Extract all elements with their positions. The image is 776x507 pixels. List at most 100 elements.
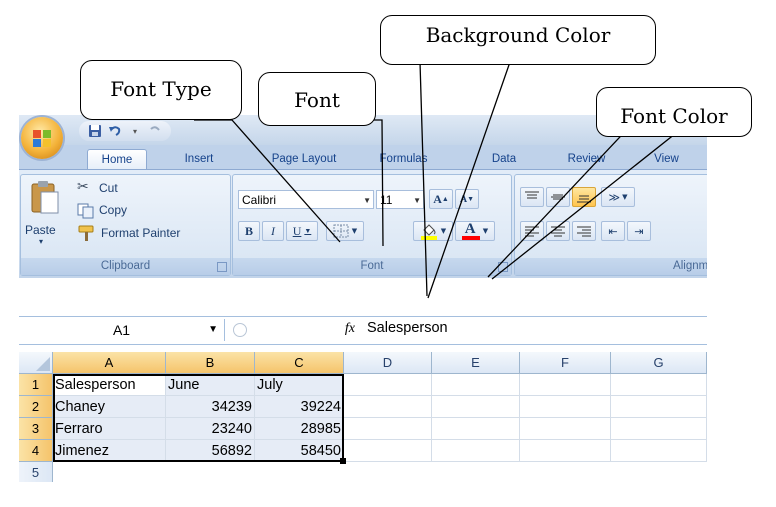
font-size-dropdown[interactable]: 11 ▼: [376, 190, 424, 209]
cell-d3[interactable]: [344, 418, 432, 440]
redo-icon[interactable]: [147, 123, 163, 139]
orientation-button[interactable]: ≫ ▼: [601, 187, 635, 207]
excel-window: ▾ Home Insert Page Layout Formulas Data …: [19, 115, 707, 482]
row-header-1[interactable]: 1: [19, 374, 53, 396]
clipboard-dialog-launcher[interactable]: [217, 262, 227, 272]
tab-home[interactable]: Home: [87, 149, 147, 171]
cell-c1[interactable]: July: [255, 374, 344, 396]
increase-indent-button[interactable]: ⇥: [627, 221, 651, 241]
office-button[interactable]: [21, 117, 63, 159]
tab-page-layout[interactable]: Page Layout: [254, 149, 354, 169]
align-center-button[interactable]: [546, 221, 570, 241]
cell-d4[interactable]: [344, 440, 432, 462]
row-header-5[interactable]: 5: [19, 462, 53, 482]
align-top-button[interactable]: [520, 187, 544, 207]
cell-f3[interactable]: [520, 418, 611, 440]
column-header-d[interactable]: D: [344, 352, 432, 374]
fill-bucket-icon: [420, 224, 437, 240]
cell-b4[interactable]: 56892: [166, 440, 255, 462]
cut-button[interactable]: ✂ Cut: [75, 179, 185, 199]
cell-e3[interactable]: [432, 418, 520, 440]
cell-a2[interactable]: Chaney: [53, 396, 166, 418]
font-color-button[interactable]: A ▼: [455, 221, 495, 241]
align-bottom-icon: [577, 195, 591, 203]
row-header-2[interactable]: 2: [19, 396, 53, 418]
cell-c2[interactable]: 39224: [255, 396, 344, 418]
cell-c3[interactable]: 28985: [255, 418, 344, 440]
format-painter-button[interactable]: Format Painter: [75, 223, 225, 243]
align-right-button[interactable]: [572, 221, 596, 241]
underline-button[interactable]: U ▼: [286, 221, 318, 241]
paste-icon: [31, 181, 59, 214]
font-dialog-launcher[interactable]: [498, 262, 508, 272]
cell-d1[interactable]: [344, 374, 432, 396]
bold-button[interactable]: B: [238, 221, 260, 241]
cell-g2[interactable]: [611, 396, 707, 418]
column-header-e[interactable]: E: [432, 352, 520, 374]
align-bottom-button[interactable]: [572, 187, 596, 207]
cell-a1[interactable]: Salesperson: [53, 374, 166, 396]
tab-data[interactable]: Data: [479, 149, 529, 169]
cell-f1[interactable]: [520, 374, 611, 396]
cell-g3[interactable]: [611, 418, 707, 440]
cell-e4[interactable]: [432, 440, 520, 462]
increase-indent-icon: ⇥: [634, 224, 644, 238]
cut-label: Cut: [99, 181, 118, 195]
tab-review[interactable]: Review: [554, 149, 619, 169]
column-header-g[interactable]: G: [611, 352, 707, 374]
chevron-down-icon: ▼: [363, 196, 371, 205]
column-header-b[interactable]: B: [166, 352, 255, 374]
cell-b1[interactable]: June: [166, 374, 255, 396]
tab-view[interactable]: View: [639, 149, 694, 169]
align-middle-button[interactable]: [546, 187, 570, 207]
shrink-font-button[interactable]: A ▼: [455, 189, 479, 209]
format-painter-icon: [78, 225, 94, 241]
callout-font-color: Font Color: [596, 87, 752, 137]
save-icon[interactable]: [87, 123, 103, 139]
decrease-indent-button[interactable]: ⇤: [601, 221, 625, 241]
cell-f4[interactable]: [520, 440, 611, 462]
alignment-group-label: Alignmen: [515, 258, 707, 275]
cell-g4[interactable]: [611, 440, 707, 462]
copy-icon: [77, 203, 94, 219]
fill-handle[interactable]: [340, 458, 346, 464]
tab-insert[interactable]: Insert: [169, 149, 229, 169]
cell-e1[interactable]: [432, 374, 520, 396]
tab-formulas[interactable]: Formulas: [366, 149, 441, 169]
copy-button[interactable]: Copy: [75, 201, 185, 221]
paste-dropdown-icon[interactable]: ▾: [39, 237, 43, 246]
italic-button[interactable]: I: [262, 221, 284, 241]
cell-d2[interactable]: [344, 396, 432, 418]
select-all-corner[interactable]: [19, 352, 53, 374]
cell-e2[interactable]: [432, 396, 520, 418]
cell-b2[interactable]: 34239: [166, 396, 255, 418]
cell-a3[interactable]: Ferraro: [53, 418, 166, 440]
ribbon: Paste ▾ ✂ Cut Copy Format Painter Clipbo…: [19, 169, 707, 278]
column-header-c[interactable]: C: [255, 352, 344, 374]
font-name-dropdown[interactable]: Calibri ▼: [238, 190, 374, 209]
align-top-icon: [525, 191, 539, 199]
column-header-a[interactable]: A: [53, 352, 166, 374]
select-all-icon: [36, 357, 50, 371]
cell-a4[interactable]: Jimenez: [53, 440, 166, 462]
formula-input[interactable]: Salesperson: [367, 320, 448, 336]
fx-icon[interactable]: fx: [345, 321, 355, 337]
paste-button[interactable]: Paste ▾: [25, 177, 65, 253]
fill-color-button[interactable]: ▼: [413, 221, 453, 241]
callout-font: Font: [258, 72, 376, 126]
align-left-button[interactable]: [520, 221, 544, 241]
clipboard-group: Paste ▾ ✂ Cut Copy Format Painter Clipbo…: [20, 174, 231, 276]
italic-icon: I: [271, 223, 275, 238]
row-header-4[interactable]: 4: [19, 440, 53, 462]
name-box[interactable]: A1 ▼: [19, 319, 225, 341]
borders-button[interactable]: ▼: [326, 221, 364, 241]
cell-c4[interactable]: 58450: [255, 440, 344, 462]
dropdown-icon[interactable]: ▾: [127, 123, 143, 139]
row-header-3[interactable]: 3: [19, 418, 53, 440]
cell-g1[interactable]: [611, 374, 707, 396]
cell-b3[interactable]: 23240: [166, 418, 255, 440]
grow-font-button[interactable]: A ▲: [429, 189, 453, 209]
cell-f2[interactable]: [520, 396, 611, 418]
undo-icon[interactable]: [107, 123, 123, 139]
column-header-f[interactable]: F: [520, 352, 611, 374]
